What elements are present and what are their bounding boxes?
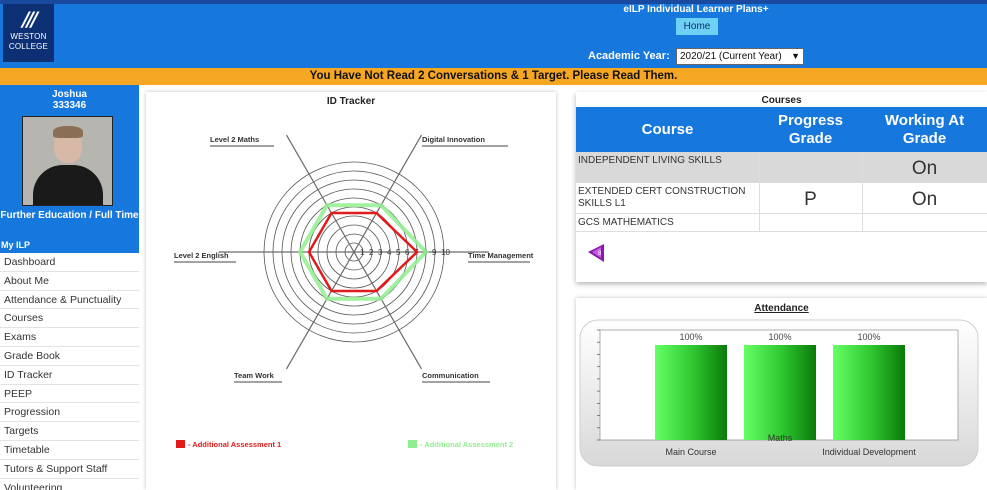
working-at-grade: On (911, 158, 938, 179)
id-tracker-radar-chart: Level 2 Maths Digital Innovation Time Mana… (174, 134, 534, 449)
student-profile: Joshua 333346 Further Education / Full T… (0, 85, 139, 253)
home-button[interactable]: Home (676, 18, 718, 35)
sidebar-item-timetable[interactable]: Timetable (0, 440, 139, 460)
x-tick-label: Maths (768, 433, 793, 443)
flag-icon[interactable]: 8 (586, 242, 606, 264)
table-row[interactable]: INDEPENDENT LIVING SKILLS On (576, 152, 987, 183)
academic-year-select[interactable]: 2020/21 (Current Year) ▼ (676, 48, 804, 65)
id-tracker-panel: ID Tracker Level 2 Maths Digital Innovati… (146, 92, 556, 490)
radar-axis-label: Level 2 English (174, 251, 229, 260)
sidebar-item-about-me[interactable]: About Me (0, 271, 139, 291)
radar-axis-label: Team Work (234, 371, 275, 380)
logo-mark-icon: /// (22, 7, 38, 31)
app-header (0, 4, 987, 68)
course-name: INDEPENDENT LIVING SKILLS (578, 155, 722, 166)
sidebar-nav: Dashboard About Me Attendance & Punctualit… (0, 253, 139, 490)
progress-grade (759, 214, 862, 231)
academic-year-label: Academic Year: (588, 50, 670, 62)
radar-scale-label: 10 (441, 248, 450, 257)
student-id: 333346 (52, 100, 87, 111)
progress-grade: P (804, 189, 817, 210)
working-at-grade: On (911, 189, 938, 210)
sidebar-item-dashboard[interactable]: Dashboard (0, 253, 139, 272)
bar-data-label: 100% (768, 332, 791, 342)
radar-scale-label: 5 (396, 248, 401, 257)
legend-swatch (176, 440, 185, 448)
legend-label: - Additional Assessment 2 (420, 440, 513, 449)
legend-label: - Additional Assessment 1 (188, 440, 281, 449)
radar-axis-label: Digital Innovation (422, 135, 485, 144)
x-tick-label: Main Course (665, 447, 716, 457)
sidebar-item-peep[interactable]: PEEP (0, 384, 139, 404)
attendance-bar (655, 345, 727, 440)
header-course: Course (641, 120, 694, 138)
logo-line-2: COLLEGE (8, 42, 49, 51)
student-photo (22, 116, 113, 206)
radar-axis-label: Communication (422, 371, 479, 380)
bar-data-label: 100% (857, 332, 880, 342)
attendance-bar (833, 345, 905, 440)
course-name: GCS MATHEMATICS (578, 217, 674, 228)
radar-scale-label: 6 (405, 248, 410, 257)
attendance-panel: Attendance 100% 100% 100% Main Course Maths I… (576, 298, 987, 490)
sidebar-item-attendance-punctuality[interactable]: Attendance & Punctuality (0, 290, 139, 310)
radar-axis-label: Level 2 Maths (210, 135, 259, 144)
header-progress-grade: Progress Grade (777, 111, 844, 147)
chevron-down-icon: ▼ (791, 51, 800, 61)
working-at-grade (862, 214, 987, 231)
x-tick-label: Individual Development (822, 447, 916, 457)
radar-scale-label: 9 (432, 248, 437, 257)
sidebar-item-courses[interactable]: Courses (0, 309, 139, 329)
radar-scale-label: 1 (360, 248, 365, 257)
radar-axis-label: Time Management (468, 251, 534, 260)
my-ilp-heading: My ILP (1, 240, 31, 250)
bar-data-label: 100% (679, 332, 702, 342)
header-working-at-grade: Working At Grade (884, 111, 965, 147)
legend-swatch (408, 440, 417, 448)
sidebar-item-volunteering[interactable]: Volunteering (0, 478, 139, 490)
attendance-bar-chart: 100% 100% 100% Main Course Maths Individual D… (579, 319, 979, 467)
sidebar-item-exams[interactable]: Exams (0, 328, 139, 347)
academic-year-value: 2020/21 (Current Year) (680, 51, 782, 62)
programme-type: Further Education / Full Time (0, 210, 139, 221)
sidebar-item-grade-book[interactable]: Grade Book (0, 346, 139, 366)
table-row[interactable]: GCS MATHEMATICS (576, 214, 987, 232)
courses-table-header: Course Progress Grade Working At Grade (576, 107, 987, 152)
progress-grade (759, 152, 862, 182)
table-row[interactable]: EXTENDED CERT CONSTRUCTION SKILLS L1 P O… (576, 183, 987, 214)
course-name: EXTENDED CERT CONSTRUCTION SKILLS L1 (578, 186, 746, 209)
sidebar-item-targets[interactable]: Targets (0, 422, 139, 441)
unread-alert-banner[interactable]: You Have Not Read 2 Conversations & 1 Ta… (0, 68, 987, 85)
courses-title: Courses (761, 95, 802, 106)
college-logo[interactable]: /// WESTON COLLEGE (3, 4, 54, 62)
attendance-bar (744, 345, 816, 440)
radar-scale-label: 2 (369, 248, 374, 257)
app-title: eILP Individual Learner Plans+ (623, 4, 769, 15)
logo-line-1: WESTON (10, 32, 47, 41)
radar-scale-label: 3 (378, 248, 383, 257)
student-name: Joshua (51, 89, 87, 100)
sidebar-item-progression[interactable]: Progression (0, 403, 139, 423)
sidebar-item-tutors-support-staff[interactable]: Tutors & Support Staff (0, 459, 139, 479)
radar-scale-label: 4 (387, 248, 392, 257)
sidebar-item-id-tracker[interactable]: ID Tracker (0, 365, 139, 385)
